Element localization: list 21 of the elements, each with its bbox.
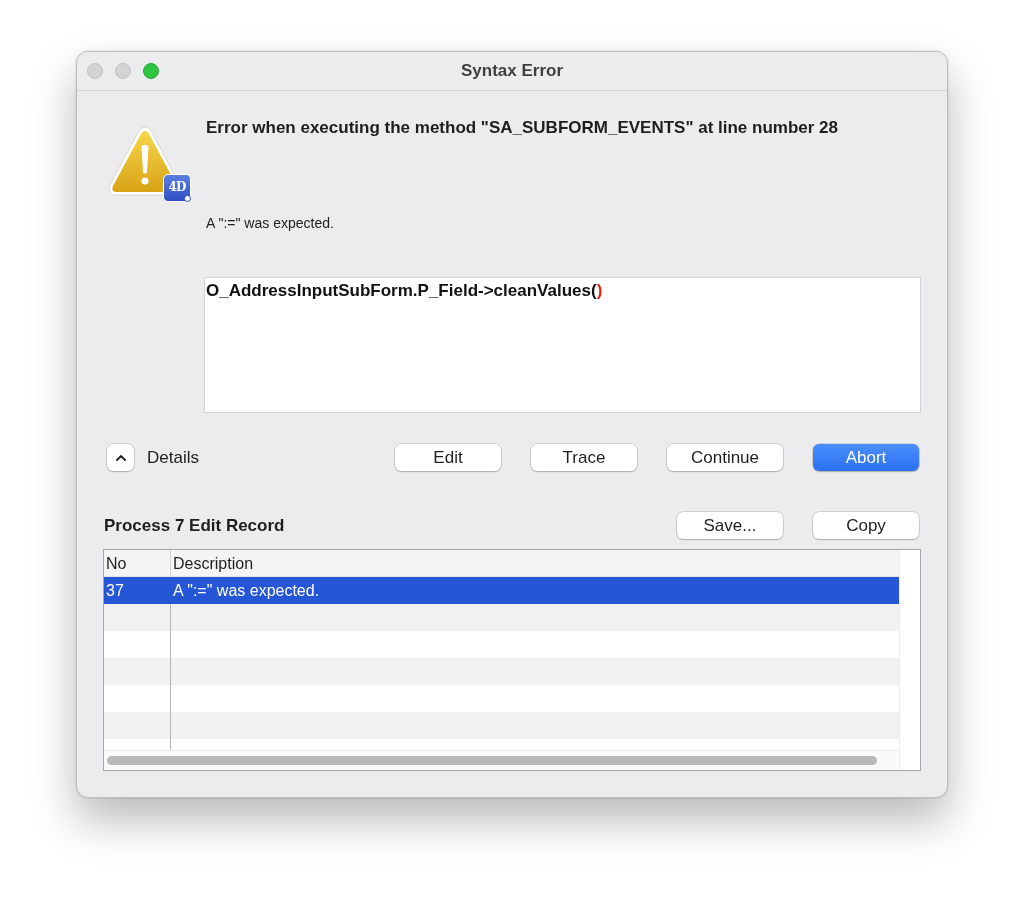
chevron-icon xyxy=(115,454,126,461)
zoom-window-icon[interactable] xyxy=(143,63,159,79)
window-title: Syntax Error xyxy=(460,61,563,81)
app-badge: 4D xyxy=(163,174,191,202)
log-title: Process 7 Edit Record xyxy=(103,515,285,536)
code-text: O_AddressInputSubForm.P_Field->cleanValues() xyxy=(205,280,604,302)
error-detail: A ":=" was expected. xyxy=(205,214,335,232)
column-header[interactable]: Description xyxy=(171,550,899,576)
disclosure-button[interactable] xyxy=(107,444,134,471)
horizontal-scrollbar[interactable] xyxy=(104,750,899,770)
table-row[interactable]: 37 A ":=" was expected. xyxy=(104,577,899,604)
log-button[interactable]: Save... xyxy=(677,512,783,539)
error-message: Error when executing the method "SA_SUBFORM_EVENTS" at line number 28 xyxy=(205,118,839,138)
details-label: Details xyxy=(147,447,199,468)
log-button[interactable]: Copy xyxy=(813,512,919,539)
action-button[interactable]: Edit xyxy=(395,444,501,471)
action-button[interactable]: Abort xyxy=(813,444,919,471)
action-button[interactable]: Continue xyxy=(667,444,783,471)
table-cell-text: A ":=" was expected. xyxy=(172,581,321,601)
column-header[interactable]: No xyxy=(104,550,171,576)
action-button[interactable]: Trace xyxy=(531,444,637,471)
